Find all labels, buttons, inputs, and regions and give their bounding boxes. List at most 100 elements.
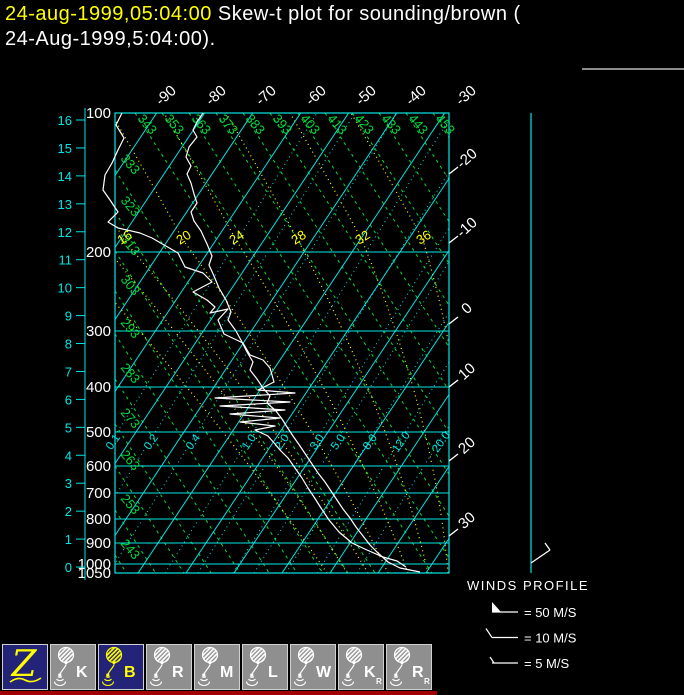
dry-adiabat-line xyxy=(433,113,684,609)
mixing-ratio-line xyxy=(67,113,355,573)
mixing-ratio-line xyxy=(357,113,645,573)
skewt-chart: 1002003004005006007008009001000105016151… xyxy=(0,0,684,695)
dry-adiabat-label: 293 xyxy=(118,315,143,341)
height-label: 15 xyxy=(58,141,72,156)
pressure-label: 800 xyxy=(86,511,111,528)
zebra-logo-button[interactable]: Z xyxy=(2,644,48,690)
isotherm-line xyxy=(423,45,684,578)
mixing-ratio-line xyxy=(317,113,605,573)
tool-button-l[interactable]: L xyxy=(242,644,288,690)
dry-adiabat-line xyxy=(325,113,645,609)
moist-adiabat-label: 32 xyxy=(352,227,372,247)
dry-adiabat-label: 323 xyxy=(118,193,143,219)
temp-label-top: -70 xyxy=(252,82,279,109)
tool-button-k-r[interactable]: K R xyxy=(338,644,384,690)
temp-tick-right xyxy=(449,167,458,174)
moist-adiabat-label: 24 xyxy=(226,227,246,247)
dry-adiabat-line xyxy=(162,113,482,609)
dry-adiabat-line xyxy=(406,113,684,609)
height-label: 14 xyxy=(58,169,72,184)
temp-tick-right xyxy=(449,454,458,461)
dry-adiabat-label: 343 xyxy=(135,111,160,137)
dry-adiabat-label: 413 xyxy=(325,111,350,137)
tool-button-w[interactable]: W xyxy=(290,644,336,690)
app-window: 24-aug-1999,05:04:00 Skew-t plot for sou… xyxy=(0,0,684,695)
wind-flag-icon xyxy=(492,602,501,612)
moist-adiabat-label: 28 xyxy=(288,227,308,247)
balloon-sounding-icon: M xyxy=(195,645,239,689)
height-label: 11 xyxy=(59,253,73,268)
dry-adiabat-line xyxy=(514,113,684,609)
isotherm-line xyxy=(0,45,58,578)
temp-label-top: -80 xyxy=(202,82,229,109)
temp-label-top: -90 xyxy=(152,82,179,109)
mixing-ratio-label: 1.0 xyxy=(240,432,259,452)
svg-text:R: R xyxy=(424,677,430,686)
tool-button-r[interactable]: R xyxy=(146,644,192,690)
wind-half-barb-icon xyxy=(490,657,494,663)
wind-barb xyxy=(531,550,550,563)
mixing-ratio-line xyxy=(233,113,521,573)
temp-tick-right xyxy=(449,380,458,387)
skewt-grid xyxy=(0,45,684,695)
temp-tick-right xyxy=(449,317,458,324)
svg-text:R: R xyxy=(172,664,184,681)
mixing-ratio-line xyxy=(29,113,317,573)
pressure-label: 600 xyxy=(86,458,111,475)
dry-adiabat-label: 383 xyxy=(243,111,268,137)
height-label: 13 xyxy=(58,197,72,212)
dry-adiabat-label: 243 xyxy=(118,536,143,562)
moist-adiabat-label: 20 xyxy=(173,227,193,247)
temp-label-top: -30 xyxy=(452,82,479,109)
dry-adiabat-line xyxy=(352,113,672,609)
pressure-label: 300 xyxy=(86,323,111,340)
balloon-sounding-icon: W xyxy=(291,645,335,689)
toolbar-accent-strip xyxy=(0,691,437,695)
isotherm-line xyxy=(327,45,682,578)
dry-adiabat-line xyxy=(115,212,435,695)
tool-button-b[interactable]: B xyxy=(98,644,144,690)
height-label: 12 xyxy=(58,225,72,240)
dry-adiabat-label: 263 xyxy=(118,447,143,473)
mixing-ratio-label: 0.4 xyxy=(184,432,203,452)
legend-label: = 5 M/S xyxy=(524,656,569,671)
temp-label-top: -40 xyxy=(402,82,429,109)
moist-adiabat-line xyxy=(52,113,368,573)
balloon-sounding-icon: K R xyxy=(339,645,383,689)
toolbar: Z K B xyxy=(2,644,432,690)
temp-tick-right xyxy=(449,529,458,536)
pressure-label: 400 xyxy=(86,379,111,396)
height-label: 0 xyxy=(65,560,72,575)
moist-adiabat-line xyxy=(226,113,428,573)
temp-tick-right xyxy=(449,236,458,243)
pressure-label: 1050 xyxy=(78,565,111,582)
height-label: 1 xyxy=(65,532,72,547)
dry-adiabat-line xyxy=(298,113,618,609)
balloon-sounding-icon: R R xyxy=(387,645,431,689)
dry-adiabat-line xyxy=(460,113,684,609)
dry-adiabat-label: 423 xyxy=(352,111,377,137)
temp-label-right: 0 xyxy=(458,300,476,318)
balloon-sounding-icon: L xyxy=(243,645,287,689)
moist-adiabat-line xyxy=(164,113,408,573)
dry-adiabat-label: 333 xyxy=(118,151,143,177)
tool-button-k[interactable]: K xyxy=(50,644,96,690)
tool-button-m[interactable]: M xyxy=(194,644,240,690)
balloon-sounding-icon: R xyxy=(147,645,191,689)
svg-text:R: R xyxy=(412,664,424,681)
tool-button-r-r[interactable]: R R xyxy=(386,644,432,690)
pressure-label: 900 xyxy=(86,535,111,552)
mixing-ratio-label: 0.2 xyxy=(142,432,161,452)
dry-adiabat-line xyxy=(189,113,509,609)
zebra-z-icon: Z xyxy=(3,645,47,689)
legend-label: = 10 M/S xyxy=(524,631,577,646)
mixing-ratio-label: 3.0 xyxy=(308,432,327,452)
dry-adiabat-line xyxy=(487,113,684,609)
temp-label-right: 10 xyxy=(455,360,479,384)
svg-text:K: K xyxy=(364,664,376,681)
moist-adiabat-line xyxy=(351,113,469,573)
svg-text:K: K xyxy=(76,664,88,681)
height-label: 2 xyxy=(65,504,72,519)
legend-label: = 50 M/S xyxy=(524,605,577,620)
pressure-label: 500 xyxy=(86,424,111,441)
